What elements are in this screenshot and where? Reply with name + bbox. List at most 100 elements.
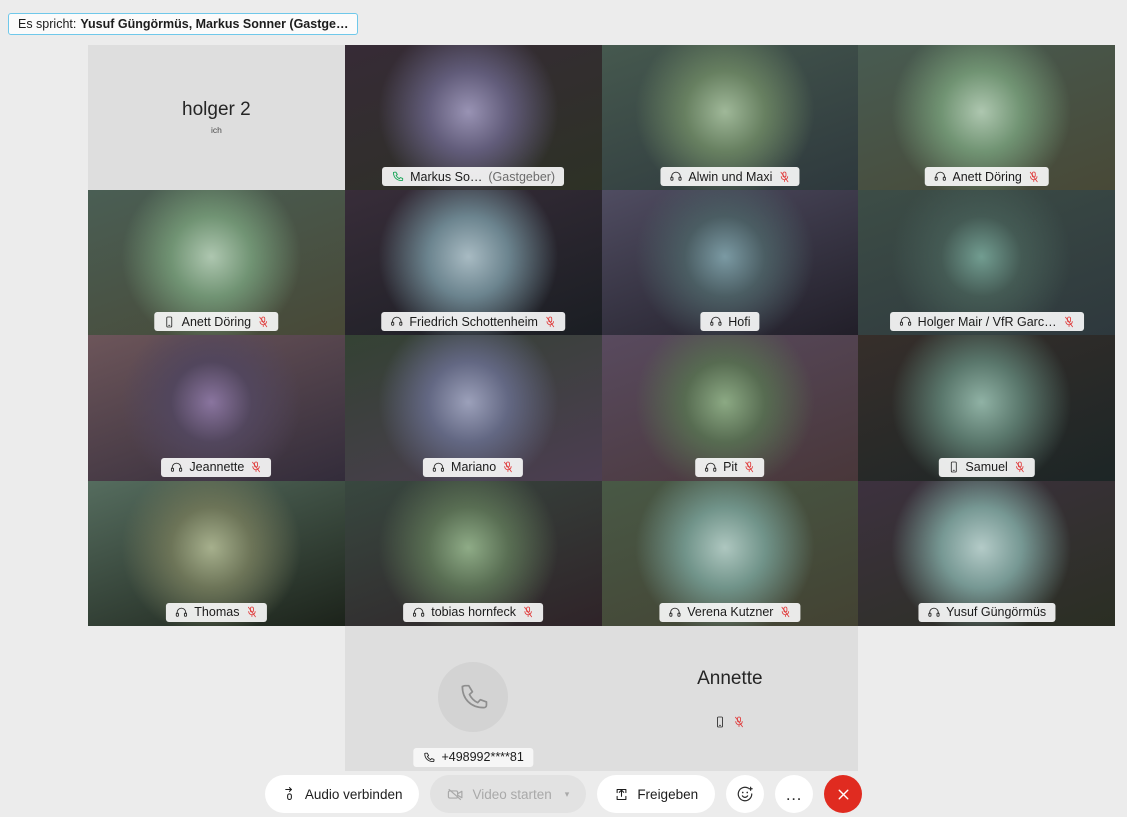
participant-tile-verena-kutzner[interactable]: Verena Kutzner (601, 480, 859, 626)
participant-name-badge: +498992****81 (413, 747, 533, 767)
mic-muted-icon (250, 461, 262, 473)
more-options-button[interactable]: … (775, 775, 814, 813)
headset-icon (669, 170, 682, 183)
participant-name-label: Holger Mair / VfR Garc… (917, 314, 1057, 329)
participant-tile-tobias-hornfeck[interactable]: tobias hornfeck (344, 480, 602, 626)
participant-tile-anett-doring-2[interactable]: Anett Döring (88, 190, 345, 336)
participant-tile-anett-doring-1[interactable]: Anett Döring (858, 45, 1115, 191)
connect-audio-button[interactable]: Audio verbinden (264, 775, 420, 813)
participant-tile-hofi[interactable]: Hofi (601, 190, 859, 336)
leave-meeting-button[interactable] (824, 775, 863, 813)
speaker-banner-names: Yusuf Güngörmüs, Markus Sonner (Gastge… (80, 17, 349, 31)
mobile-icon (164, 316, 176, 328)
participant-tile-holger-mair[interactable]: Holger Mair / VfR Garc… (858, 190, 1115, 336)
mic-muted-icon (1028, 171, 1040, 183)
speaker-banner-prefix: Es spricht: (18, 17, 77, 31)
participant-name-label: Yusuf Güngörmüs (946, 605, 1047, 620)
headset-icon (704, 461, 717, 474)
participant-name-badge: Anett Döring (924, 167, 1049, 187)
headset-icon (390, 315, 403, 328)
participant-tile-jeannette[interactable]: Jeannette (88, 335, 345, 481)
participant-tile-alwin-und-maxi[interactable]: Alwin und Maxi (601, 45, 859, 191)
participant-name-label: Friedrich Schottenheim (409, 314, 538, 329)
mic-muted-icon (779, 606, 791, 618)
participant-grid: holger 2 ich Markus So… (Gastgeber) Alwin un… (88, 45, 1115, 771)
participant-name-label: Anett Döring (181, 314, 252, 329)
start-video-button[interactable]: Video starten ▾ (430, 775, 587, 813)
connect-audio-label: Audio verbinden (304, 786, 403, 802)
smiley-icon (736, 785, 754, 803)
participant-name-label: tobias hornfeck (431, 605, 517, 620)
placeholder-self-label: ich (210, 125, 222, 136)
participant-name-label: Thomas (194, 605, 240, 620)
participant-name-badge: Mariano (423, 457, 524, 477)
empty-tile-empty-right (858, 626, 1115, 771)
more-options-icon: … (785, 784, 804, 804)
participant-name-label: Mariano (451, 460, 497, 475)
participant-name-badge: Thomas (166, 602, 267, 622)
end-call-icon (835, 786, 852, 803)
participant-tile-mariano[interactable]: Mariano (344, 335, 602, 481)
meeting-toolbar: Audio verbinden Video starten ▾ Freigebe… (0, 771, 1127, 817)
start-video-label: Video starten (472, 786, 552, 802)
empty-tile-empty-left (88, 626, 345, 771)
participant-name-badge: Markus So… (Gastgeber) (382, 167, 565, 187)
mobile-icon (947, 461, 959, 473)
participant-tile-holger-2[interactable]: holger 2 ich (88, 45, 345, 191)
participant-tile-markus-sonner[interactable]: Markus So… (Gastgeber) (344, 45, 602, 191)
mic-muted-icon (1063, 316, 1075, 328)
participant-tile-thomas[interactable]: Thomas (88, 480, 345, 626)
participant-tile-phone-caller[interactable]: +498992****81 (344, 625, 602, 771)
participant-name-label: Pit (723, 460, 738, 475)
participant-name-badge: Hofi (700, 312, 760, 332)
participant-name-badge: tobias hornfeck (403, 602, 544, 622)
mobile-icon (714, 716, 726, 728)
headset-icon (412, 606, 425, 619)
participant-name-badge: Anett Döring (154, 312, 279, 332)
headset-icon (668, 606, 681, 619)
share-screen-button[interactable]: Freigeben (597, 775, 716, 813)
placeholder-participant-name: Annette (697, 667, 763, 689)
participant-name-badge: Verena Kutzner (659, 602, 801, 622)
phone-avatar (438, 662, 509, 733)
placeholder-participant-name: holger 2 (182, 99, 251, 121)
share-screen-label: Freigeben (637, 786, 699, 802)
participant-tile-pit[interactable]: Pit (601, 335, 859, 481)
participant-name-label: Alwin und Maxi (688, 169, 773, 184)
headset-icon (899, 315, 912, 328)
video-options-chevron-down-icon[interactable]: ▾ (565, 789, 570, 799)
active-speaker-banner: Es spricht: Yusuf Güngörmüs, Markus Sonn… (8, 13, 359, 35)
participant-tile-yusuf-gungormus[interactable]: Yusuf Güngörmüs (858, 480, 1115, 626)
participant-name-label: Markus So… (410, 169, 483, 184)
participant-name-label: Verena Kutzner (687, 605, 774, 620)
headset-icon (927, 606, 940, 619)
headset-icon (933, 170, 946, 183)
headset-icon (175, 606, 188, 619)
participant-name-badge: Samuel (938, 457, 1035, 477)
participant-name-badge: Pit (695, 457, 765, 477)
participant-name-label: Jeannette (189, 460, 245, 475)
share-screen-icon (614, 787, 629, 802)
connect-audio-icon (282, 786, 297, 802)
mic-muted-icon (778, 171, 790, 183)
participant-name-badge: Yusuf Güngörmüs (918, 602, 1056, 622)
mic-muted-icon (522, 606, 534, 618)
participant-name-label: Anett Döring (952, 169, 1022, 184)
mic-muted-icon (744, 461, 756, 473)
participant-name-badge: Jeannette (161, 457, 272, 477)
mic-muted-icon (544, 316, 556, 328)
participant-tile-annette[interactable]: Annette (601, 625, 859, 771)
reactions-button[interactable] (726, 775, 765, 813)
participant-name-badge: Friedrich Schottenheim (381, 312, 565, 332)
mic-muted-icon (245, 606, 257, 618)
participant-tile-friedrich-schottenheim[interactable]: Friedrich Schottenheim (344, 190, 602, 336)
participant-name-label: +498992****81 (441, 750, 524, 765)
mic-muted-icon (257, 316, 269, 328)
participant-name-badge: Holger Mair / VfR Garc… (889, 312, 1084, 332)
mic-muted-icon (1014, 461, 1026, 473)
participant-tile-samuel[interactable]: Samuel (858, 335, 1115, 481)
video-off-icon (447, 786, 464, 803)
placeholder-status-icons (714, 716, 745, 728)
phone-green-icon (391, 170, 404, 183)
host-label: (Gastgeber) (488, 169, 556, 184)
